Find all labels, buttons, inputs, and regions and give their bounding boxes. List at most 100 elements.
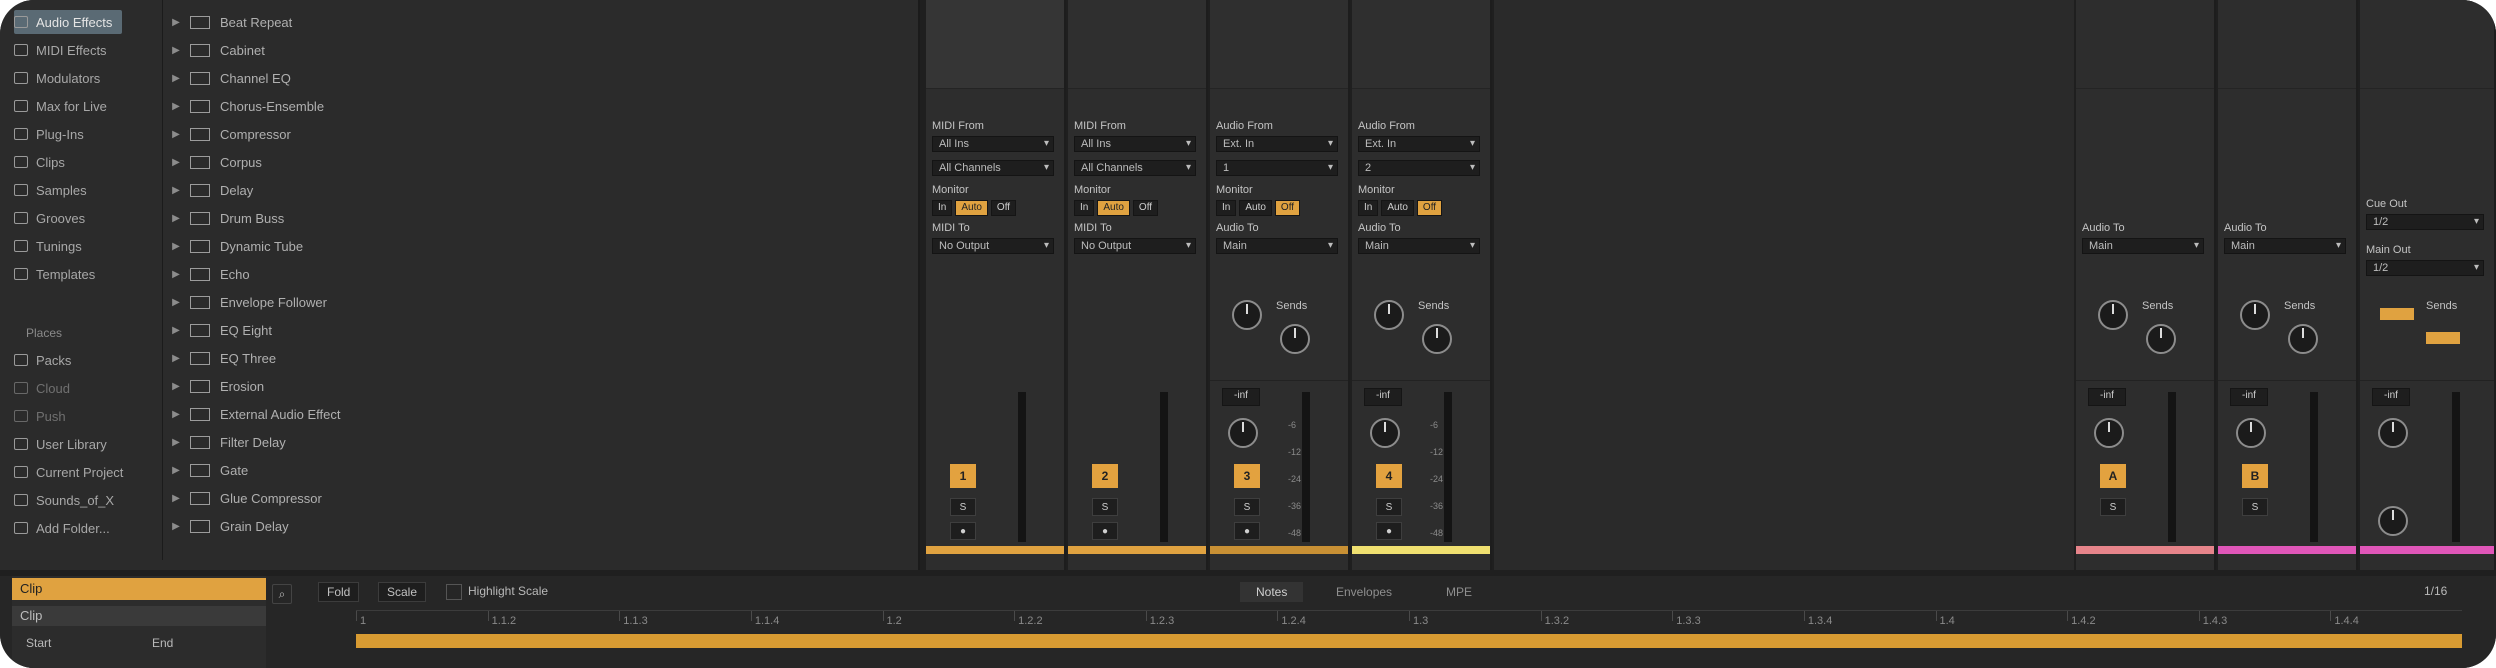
input-type-select[interactable]: Ext. In (1358, 136, 1480, 152)
sidebar-item-samples[interactable]: Samples (14, 178, 87, 202)
tab-mpe[interactable]: MPE (1446, 582, 1472, 602)
sidebar-item-add-folder[interactable]: Add Folder... (14, 516, 110, 540)
sidebar-item-cloud[interactable]: Cloud (14, 376, 70, 400)
expand-arrow-icon[interactable]: ▶ (166, 325, 186, 336)
list-item[interactable]: ▶ EQ Three (166, 346, 276, 370)
sidebar-item-current-project[interactable]: Current Project (14, 460, 123, 484)
expand-arrow-icon[interactable]: ▶ (166, 381, 186, 392)
scale-button[interactable]: Scale (378, 582, 427, 602)
expand-arrow-icon[interactable]: ▶ (166, 353, 186, 364)
send-b-knob[interactable] (2288, 324, 2318, 354)
expand-arrow-icon[interactable]: ▶ (166, 185, 186, 196)
send-b-knob[interactable] (1280, 324, 1310, 354)
sidebar-item-max-for-live[interactable]: Max for Live (14, 94, 107, 118)
monitor-off-button[interactable]: Off (1132, 200, 1159, 216)
expand-arrow-icon[interactable]: ▶ (166, 241, 186, 252)
volume-readout[interactable]: -inf (2230, 388, 2268, 406)
solo-button[interactable]: S (950, 498, 976, 516)
list-item[interactable]: ▶ Filter Delay (166, 430, 286, 454)
arm-button[interactable]: ● (1376, 522, 1402, 540)
sidebar-item-user-library[interactable]: User Library (14, 432, 107, 456)
sidebar-item-tunings[interactable]: Tunings (14, 234, 82, 258)
list-item[interactable]: ▶ Cabinet (166, 38, 265, 62)
clip-title-bar[interactable]: Clip (12, 578, 266, 600)
input-type-select[interactable]: All Ins (1074, 136, 1196, 152)
expand-arrow-icon[interactable]: ▶ (166, 297, 186, 308)
expand-arrow-icon[interactable]: ▶ (166, 45, 186, 56)
monitor-auto-button[interactable]: Auto (1097, 200, 1130, 216)
highlight-scale-checkbox[interactable] (446, 584, 462, 600)
monitor-in-button[interactable]: In (1074, 200, 1095, 216)
sends-toggle-a[interactable] (2380, 308, 2414, 320)
tab-envelopes[interactable]: Envelopes (1336, 582, 1392, 602)
volume-readout[interactable]: -inf (1222, 388, 1260, 406)
pan-knob[interactable] (2094, 418, 2124, 448)
sends-toggle-b[interactable] (2426, 332, 2460, 344)
sidebar-item-templates[interactable]: Templates (14, 262, 95, 286)
list-item[interactable]: ▶ Beat Repeat (166, 10, 292, 34)
list-item[interactable]: ▶ Delay (166, 178, 253, 202)
tab-notes[interactable]: Notes (1240, 582, 1304, 602)
list-item[interactable]: ▶ Grain Delay (166, 514, 289, 538)
list-item[interactable]: ▶ EQ Eight (166, 318, 272, 342)
input-channel-select[interactable]: 2 (1358, 160, 1480, 176)
send-b-knob[interactable] (1422, 324, 1452, 354)
sidebar-item-modulators[interactable]: Modulators (14, 66, 100, 90)
input-type-select[interactable]: All Ins (932, 136, 1054, 152)
send-a-knob[interactable] (1232, 300, 1262, 330)
expand-arrow-icon[interactable]: ▶ (166, 157, 186, 168)
track-activator-button[interactable]: 3 (1234, 464, 1260, 488)
list-item[interactable]: ▶ Envelope Follower (166, 290, 327, 314)
solo-button[interactable]: S (1092, 498, 1118, 516)
track-activator-button[interactable]: 4 (1376, 464, 1402, 488)
volume-readout[interactable]: -inf (2372, 388, 2410, 406)
expand-arrow-icon[interactable]: ▶ (166, 17, 186, 28)
expand-arrow-icon[interactable]: ▶ (166, 269, 186, 280)
monitor-in-button[interactable]: In (1358, 200, 1379, 216)
list-item[interactable]: ▶ Channel EQ (166, 66, 291, 90)
send-b-knob[interactable] (2146, 324, 2176, 354)
send-a-knob[interactable] (2098, 300, 2128, 330)
clip-loop-region[interactable] (356, 634, 2462, 648)
monitor-off-button[interactable]: Off (1274, 200, 1301, 216)
grid-setting[interactable]: 1/16 (2424, 584, 2447, 598)
output-select[interactable]: Main (2224, 238, 2346, 254)
expand-arrow-icon[interactable]: ▶ (166, 409, 186, 420)
expand-arrow-icon[interactable]: ▶ (166, 465, 186, 476)
track-activator-button[interactable]: A (2100, 464, 2126, 488)
send-a-knob[interactable] (1374, 300, 1404, 330)
monitor-auto-button[interactable]: Auto (1239, 200, 1272, 216)
volume-readout[interactable]: -inf (1364, 388, 1402, 406)
output-select[interactable]: Main (1216, 238, 1338, 254)
sidebar-item-audio-effects[interactable]: Audio Effects (14, 10, 123, 34)
monitor-off-button[interactable]: Off (1416, 200, 1443, 216)
list-item[interactable]: ▶ Erosion (166, 374, 264, 398)
list-item[interactable]: ▶ Dynamic Tube (166, 234, 303, 258)
solo-button[interactable]: S (1234, 498, 1260, 516)
clip-name-field[interactable]: Clip (12, 606, 266, 626)
monitor-off-button[interactable]: Off (990, 200, 1017, 216)
expand-arrow-icon[interactable]: ▶ (166, 101, 186, 112)
sidebar-item-packs[interactable]: Packs (14, 348, 71, 372)
cue-out-select[interactable]: 1/2 (2366, 214, 2484, 230)
input-channel-select[interactable]: All Channels (932, 160, 1054, 176)
expand-arrow-icon[interactable]: ▶ (166, 73, 186, 84)
sidebar-item-sounds-folder[interactable]: Sounds_of_X (14, 488, 114, 512)
arm-button[interactable]: ● (1092, 522, 1118, 540)
list-item[interactable]: ▶ Glue Compressor (166, 486, 322, 510)
pan-knob[interactable] (1370, 418, 1400, 448)
timeline-ruler[interactable]: 1 1.1.2 1.1.3 1.1.4 1.2 1.2.2 1.2.3 1.2.4 1.3 1.3… (356, 610, 2462, 637)
expand-arrow-icon[interactable]: ▶ (166, 129, 186, 140)
arm-button[interactable]: ● (1234, 522, 1260, 540)
clip-slot[interactable] (926, 0, 1064, 89)
track-activator-button[interactable]: B (2242, 464, 2268, 488)
expand-arrow-icon[interactable]: ▶ (166, 521, 186, 532)
input-type-select[interactable]: Ext. In (1216, 136, 1338, 152)
output-select[interactable]: No Output (932, 238, 1054, 254)
output-select[interactable]: Main (1358, 238, 1480, 254)
monitor-in-button[interactable]: In (1216, 200, 1237, 216)
clip-slot[interactable] (1210, 0, 1348, 89)
pan-knob[interactable] (2236, 418, 2266, 448)
list-item[interactable]: ▶ Compressor (166, 122, 291, 146)
drop-area[interactable] (1494, 0, 2074, 570)
